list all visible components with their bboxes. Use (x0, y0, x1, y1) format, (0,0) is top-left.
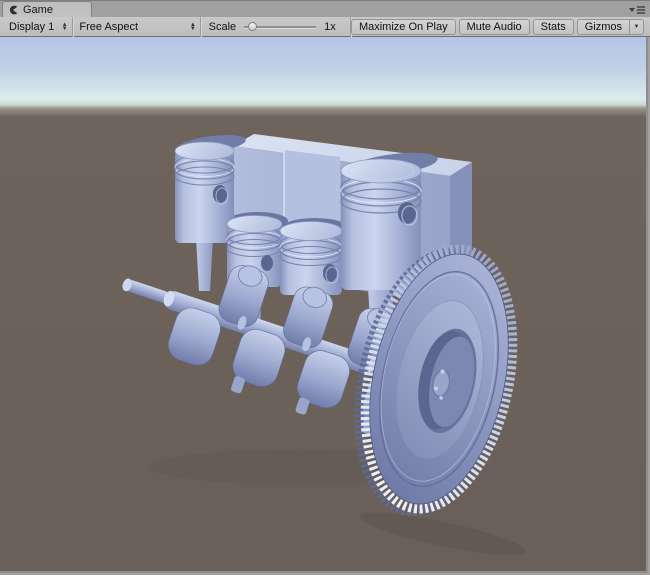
game-render-canvas[interactable] (0, 37, 648, 573)
display-dropdown-value: Display 1 (9, 21, 56, 33)
gizmos-dropdown-arrow-icon[interactable]: ▼ (630, 19, 644, 35)
scale-control: Scale 1x (201, 21, 351, 33)
window-menu-icon[interactable] (628, 5, 646, 15)
scale-label: Scale (209, 21, 237, 33)
scale-value: 1x (324, 21, 342, 33)
gizmos-control: Gizmos ▼ (577, 19, 644, 35)
stats-button[interactable]: Stats (533, 19, 574, 35)
aspect-dropdown-value: Free Aspect (79, 21, 184, 33)
scale-slider[interactable] (244, 21, 316, 33)
tab-game-label: Game (23, 4, 53, 16)
aspect-ratio-dropdown[interactable]: Free Aspect ▲▼ (72, 18, 199, 36)
updown-arrows-icon: ▲▼ (62, 23, 68, 31)
connecting-rod-1 (196, 237, 213, 291)
tab-game[interactable]: Game (2, 1, 92, 17)
game-viewport[interactable] (0, 37, 648, 573)
maximize-on-play-button[interactable]: Maximize On Play (351, 19, 456, 35)
display-dropdown[interactable]: Display 1 ▲▼ (2, 18, 72, 36)
tab-strip: Game (0, 0, 650, 17)
toolbar-buttons: Maximize On Play Mute Audio Stats Gizmos… (351, 19, 644, 35)
game-pacman-icon (8, 5, 18, 15)
unity-game-window: Game Display 1 ▲▼ Free Aspect ▲▼ Scale (0, 0, 650, 575)
scale-slider-knob[interactable] (248, 22, 257, 31)
mute-audio-button[interactable]: Mute Audio (459, 19, 530, 35)
game-view-toolbar: Display 1 ▲▼ Free Aspect ▲▼ Scale 1x Max… (0, 17, 650, 37)
updown-arrows-icon: ▲▼ (190, 23, 196, 31)
gizmos-button[interactable]: Gizmos (577, 19, 630, 35)
